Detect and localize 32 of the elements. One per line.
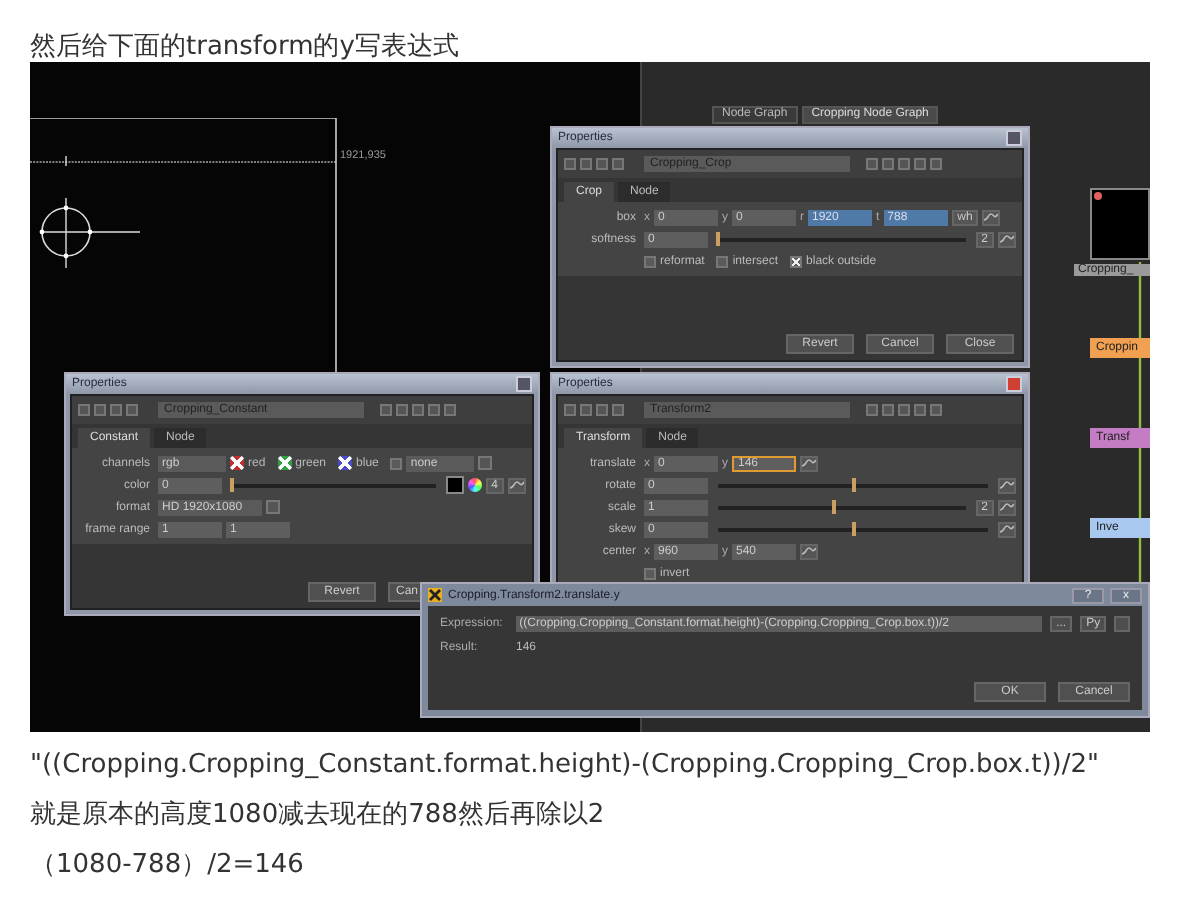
checkbox[interactable] [644,567,656,579]
animation-curve-icon[interactable] [998,521,1016,537]
animation-curve-icon[interactable] [800,543,818,559]
status-dot-icon [1094,192,1102,200]
heading: 然后给下面的transform的y写表达式 [28,30,461,62]
color-swatch[interactable] [445,476,464,494]
checkbox[interactable] [390,457,403,469]
explanation-text: 就是原本的高度1080减去现在的788然后再除以2 [28,798,607,834]
color-wheel-icon[interactable] [467,478,482,492]
animation-curve-icon[interactable] [998,477,1016,493]
blank-button[interactable] [1114,615,1131,631]
close-icon[interactable] [1006,130,1022,146]
calculation-text: （1080-788）/2=146 [28,848,306,884]
slider-thumb[interactable] [832,499,837,513]
channel-checkbox[interactable] [277,456,292,470]
small-button[interactable] [478,456,493,470]
close-icon[interactable] [1006,376,1022,392]
channel-checkbox[interactable] [230,456,244,470]
animation-curve-icon[interactable] [982,209,1001,225]
checkbox[interactable] [790,255,803,267]
animation-curve-icon[interactable] [998,499,1016,515]
small-button[interactable] [266,500,280,514]
checkbox[interactable] [716,255,729,267]
checkbox[interactable] [644,255,656,267]
node-thumbnail[interactable] [1090,188,1150,260]
expression-text: "((Cropping.Cropping_Constant.format.height)-(Cropping.Cropping_Crop.box.t))/2" [28,748,1102,784]
channel-checkbox[interactable] [338,456,353,470]
animation-curve-icon[interactable] [998,231,1016,247]
animation-curve-icon[interactable] [800,455,818,471]
app-icon [428,588,442,602]
animation-curve-icon[interactable] [508,477,526,493]
close-icon[interactable] [516,376,532,392]
